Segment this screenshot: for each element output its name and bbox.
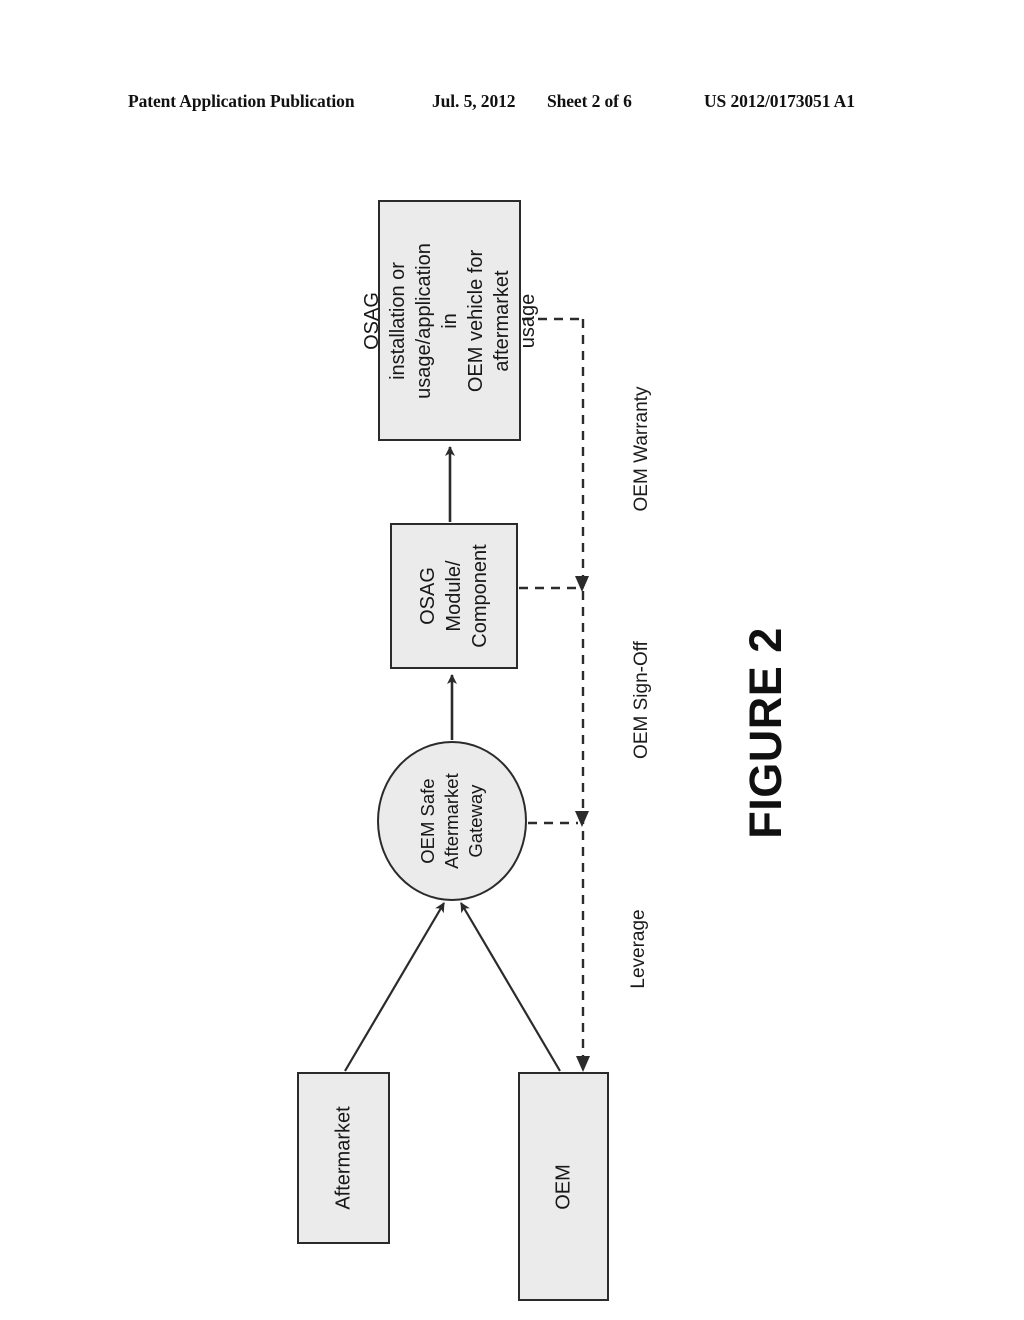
edge-aftermarket-to-gateway (344, 902, 445, 1072)
node-oem-safe-aftermarket-gateway[interactable]: OEM Safe Aftermarket Gateway (377, 741, 527, 901)
node-oem[interactable]: OEM (518, 1072, 609, 1301)
edge-label-oem-sign-off: OEM Sign-Off (631, 641, 652, 759)
edge-label-oem-warranty: OEM Warranty (631, 386, 652, 512)
edge-oem-to-gateway (460, 902, 561, 1072)
edge-signoff-arrowhead (575, 811, 589, 827)
node-osag-module-component-label: OSAG Module/ Component (417, 544, 491, 648)
node-osag-installation-usage-label: OSAG installation or usage/application i… (360, 242, 539, 399)
node-aftermarket[interactable]: Aftermarket (297, 1072, 390, 1244)
edge-label-leverage: Leverage (628, 909, 649, 989)
node-aftermarket-label: Aftermarket (332, 1106, 355, 1210)
node-oem-safe-aftermarket-gateway-label: OEM Safe Aftermarket Gateway (416, 773, 487, 869)
node-osag-module-component[interactable]: OSAG Module/ Component (390, 523, 518, 669)
figure-caption: FIGURE 2 (740, 627, 791, 839)
node-oem-label: OEM (552, 1163, 575, 1210)
patent-figure-2: OSAG installation or usage/application i… (0, 0, 1024, 1320)
edge-leverage-arrowhead (576, 1056, 590, 1072)
node-osag-installation-usage[interactable]: OSAG installation or usage/application i… (361, 200, 539, 441)
edge-warranty-arrowhead (575, 576, 589, 592)
